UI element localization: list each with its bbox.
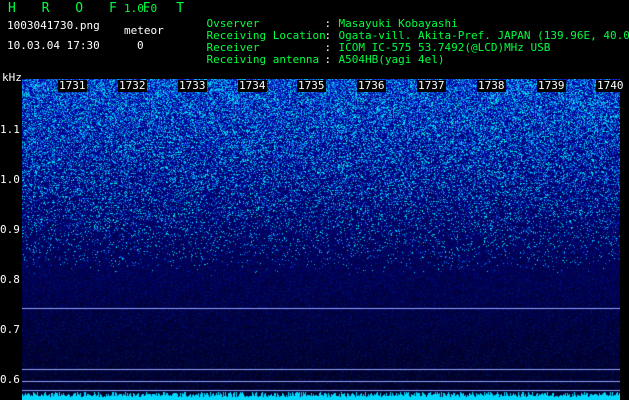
y-tick-label: 0.8 [0,273,20,286]
file-name: 1003041730.png [7,19,100,32]
x-tick-label: 1732 [118,79,147,92]
x-tick-label: 1740 [596,79,625,92]
meteor-label: meteor [124,24,164,37]
x-tick-label: 1735 [297,79,326,92]
info-value: A504HB(yagi 4el) [338,53,445,66]
x-tick-label: 1731 [58,79,87,92]
spectrogram-canvas [22,79,620,400]
app-version: 1.0.0 [124,2,158,15]
y-tick-label: 1.1 [0,123,20,136]
x-tick-label: 1737 [417,79,446,92]
axis-unit-label: kHz [2,71,22,84]
x-tick-label: 1739 [537,79,566,92]
y-tick-label: 1.0 [0,173,20,186]
y-tick-label: 0.9 [0,223,20,236]
meteor-count: 0 [137,39,144,52]
date-time: 10.03.04 17:30 [7,39,100,52]
x-tick-label: 1733 [178,79,207,92]
y-tick-label: 0.7 [0,323,20,336]
info-colon: : [324,53,332,66]
info-label: Receiving antenna [206,53,320,66]
app-title: H R O F F T [8,1,194,16]
x-tick-label: 1738 [477,79,506,92]
info-row-antenna: Receiving antenna: A504HB(yagi 4el) [180,40,445,79]
x-tick-label: 1734 [238,79,267,92]
x-tick-label: 1736 [357,79,386,92]
header-panel: H R O F F T 1.0.0 1003041730.png meteor … [0,0,629,84]
y-tick-label: 0.6 [0,373,20,386]
